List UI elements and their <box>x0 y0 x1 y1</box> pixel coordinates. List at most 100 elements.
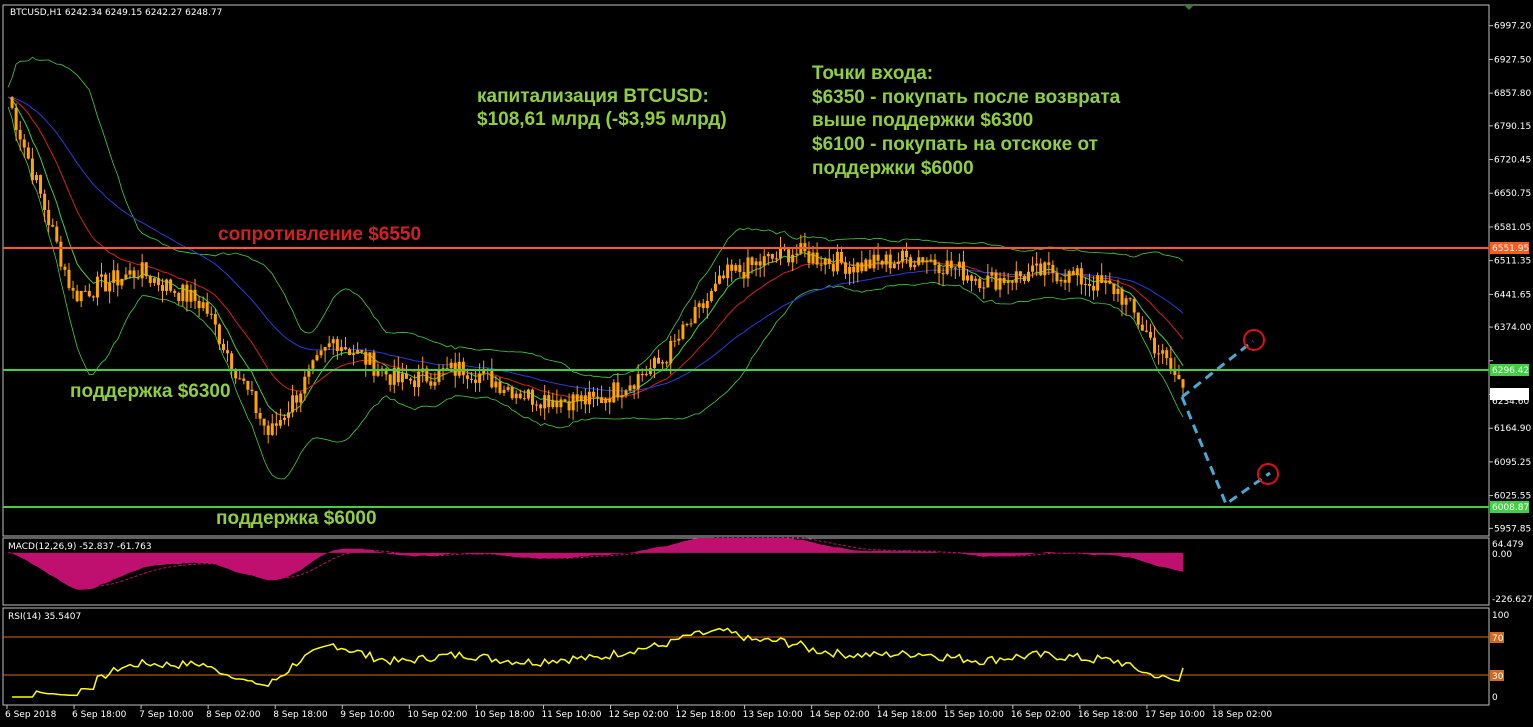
scroll-marker-icon[interactable] <box>1184 5 1194 10</box>
candle-body <box>872 254 876 269</box>
candle-body <box>701 303 705 309</box>
candle-body <box>266 425 270 435</box>
candle-body <box>1010 280 1014 283</box>
target-circle-upper[interactable] <box>1243 329 1265 351</box>
candle-body <box>100 274 104 277</box>
candle-body <box>705 300 709 309</box>
candle-body <box>941 273 945 275</box>
candle-body <box>1136 312 1140 325</box>
candle-body <box>726 264 730 279</box>
candle-body <box>274 423 278 426</box>
candle-body <box>628 385 632 391</box>
candle-body <box>160 284 164 291</box>
candle-body <box>888 254 892 269</box>
candle-body <box>587 391 591 405</box>
candle-body <box>165 279 169 291</box>
support-6000-label: поддержка $6000 <box>216 508 377 529</box>
candle-body <box>762 256 766 266</box>
candle-body <box>226 350 230 354</box>
candle-body <box>348 349 352 355</box>
candle-body <box>502 389 506 394</box>
candle-body <box>449 362 453 369</box>
time-axis: 6 Sep 2018 6 Sep 18:00 7 Sep 10:00 8 Sep 02… <box>5 705 1272 720</box>
candle-body <box>1157 353 1161 355</box>
candle-body <box>811 252 815 264</box>
candle-body <box>868 259 872 269</box>
candle-body <box>108 282 112 292</box>
candle-body <box>844 262 848 274</box>
price-axis-tick-label: 6025.55 <box>1494 492 1531 502</box>
candle-body <box>1079 268 1083 285</box>
candle-body <box>709 290 713 301</box>
candle-body <box>262 418 266 426</box>
candle-body <box>10 97 14 108</box>
candle-body <box>559 399 563 408</box>
time-axis-tick-label: 14 Sep 18:00 <box>877 710 937 720</box>
price-axis-tick-label: 6650.75 <box>1494 189 1531 199</box>
candle-body <box>1031 265 1035 272</box>
candle-body <box>880 260 884 265</box>
candle-body <box>327 343 331 348</box>
candle-body <box>95 276 99 298</box>
rsi-panel-frame <box>2 607 1490 706</box>
candle-body <box>230 353 234 370</box>
price-axis-tick-label: 5957.85 <box>1494 524 1531 534</box>
price-axis-tick-label: 6857.80 <box>1494 89 1531 99</box>
resistance-price-tag-text: 6551.95 <box>1492 244 1529 254</box>
price-axis-tick-label: 6095.25 <box>1494 458 1531 468</box>
candle-body <box>1002 277 1006 283</box>
candle-body <box>689 323 693 325</box>
price-axis-tick-label: 6927.50 <box>1494 55 1531 65</box>
candle-body <box>518 393 522 399</box>
candle-body <box>343 347 347 350</box>
candle-body <box>213 314 217 325</box>
candle-body <box>864 259 868 272</box>
candle-body <box>791 254 795 263</box>
candle-body <box>18 129 22 140</box>
price-axis-tick-label: 6441.65 <box>1494 290 1531 300</box>
candle-body <box>1047 262 1051 265</box>
candle-body <box>315 355 319 361</box>
candle-body <box>250 389 254 392</box>
candle-body <box>1181 379 1185 388</box>
candle-body <box>1120 288 1124 305</box>
candle-body <box>185 284 189 302</box>
candle-body <box>1035 263 1039 266</box>
candle-body <box>136 277 140 279</box>
macd-axis-bottom: -226.627 <box>1492 595 1532 605</box>
macd-histogram <box>8 538 1183 590</box>
candle-body <box>278 419 282 426</box>
candle-body <box>120 278 124 286</box>
candle-body <box>1051 264 1055 274</box>
time-axis-tick-label: 6 Sep 2018 <box>5 710 57 720</box>
time-axis-tick-label: 6 Sep 18:00 <box>72 710 127 720</box>
candle-body <box>571 394 575 411</box>
price-panel: BTCUSD,H1 6242.34 6249.15 6242.27 6248.7… <box>2 4 1490 537</box>
candle-body <box>535 404 539 406</box>
price-panel-frame <box>2 4 1490 537</box>
candle-body <box>1067 271 1071 283</box>
candle-body <box>693 306 697 324</box>
candle-body <box>644 374 648 376</box>
time-axis-tick-label: 17 Sep 10:00 <box>1145 710 1205 720</box>
candle-body <box>896 261 900 264</box>
candle-body <box>884 254 888 265</box>
candle-body <box>209 313 213 315</box>
candle-body <box>604 398 608 403</box>
entry-points-line-5: поддержки $6000 <box>812 158 974 179</box>
candle-body <box>608 398 612 403</box>
candle-body <box>921 257 925 263</box>
candle-body <box>1006 280 1010 283</box>
candle-body <box>819 264 823 266</box>
entry-points-line-2: $6350 - покупать после возврата <box>812 87 1121 108</box>
chart-canvas: BTCUSD,H1 6242.34 6249.15 6242.27 6248.7… <box>2 4 1532 720</box>
candle-body <box>335 339 339 352</box>
candle-body <box>526 389 530 399</box>
candle-body <box>600 397 604 403</box>
candle-body <box>104 274 108 292</box>
rsi-axis-100: 100 <box>1492 611 1509 621</box>
candle-body <box>132 270 136 278</box>
candle-body <box>140 262 144 279</box>
support2-price-tag-text: 6008.87 <box>1492 503 1529 513</box>
price-axis-tick-label: 6164.90 <box>1494 424 1531 434</box>
